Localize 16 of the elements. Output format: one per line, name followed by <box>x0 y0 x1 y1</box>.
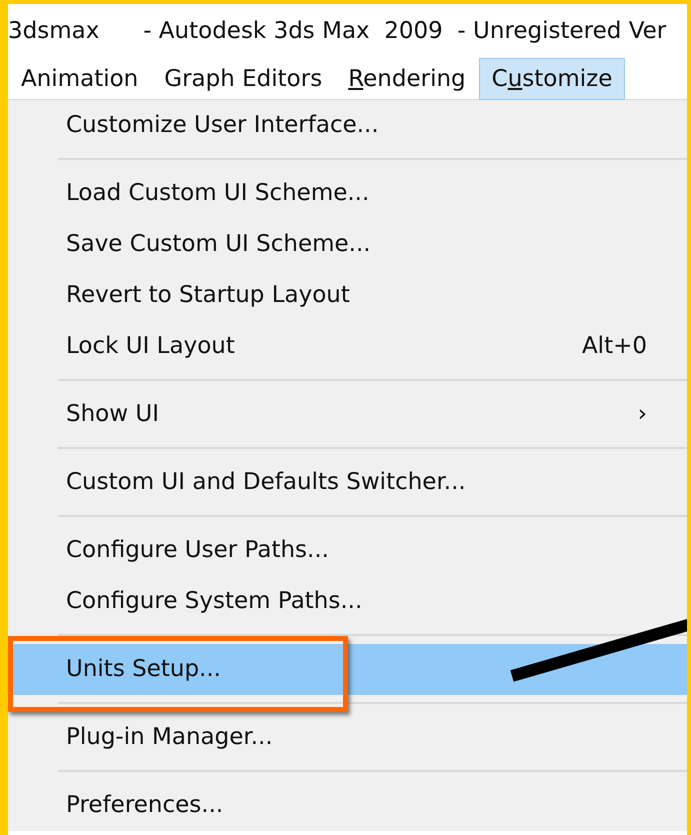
menu-item[interactable]: Plug-in Manager... <box>8 712 687 763</box>
menu-item[interactable]: Graph Editors <box>151 58 336 100</box>
menu-item[interactable]: Animation <box>8 58 152 100</box>
menu-item[interactable]: Load Custom UI Scheme... <box>8 168 687 219</box>
menu-item[interactable]: Configure User Paths... <box>8 525 687 576</box>
menu-item[interactable]: Show UI › <box>8 389 687 440</box>
window-title: 3dsmax - Autodesk 3ds Max 2009 - Unregistered Ver <box>8 17 668 46</box>
menu-item[interactable]: Revert to Startup Layout <box>8 270 687 321</box>
menu-item[interactable]: Configure System Paths... <box>8 576 687 627</box>
menu-item[interactable]: Customize <box>478 58 626 100</box>
menu-item[interactable]: Rendering <box>335 58 479 100</box>
menu-item[interactable]: Lock UI Layout Alt+0 <box>8 321 687 372</box>
menu-item[interactable]: Customize User Interface... <box>8 100 687 151</box>
menu-item[interactable]: Preferences... <box>8 780 687 831</box>
menu-item[interactable]: Save Custom UI Scheme... <box>8 219 687 270</box>
menu-item[interactable]: Custom UI and Defaults Switcher... <box>8 457 687 508</box>
